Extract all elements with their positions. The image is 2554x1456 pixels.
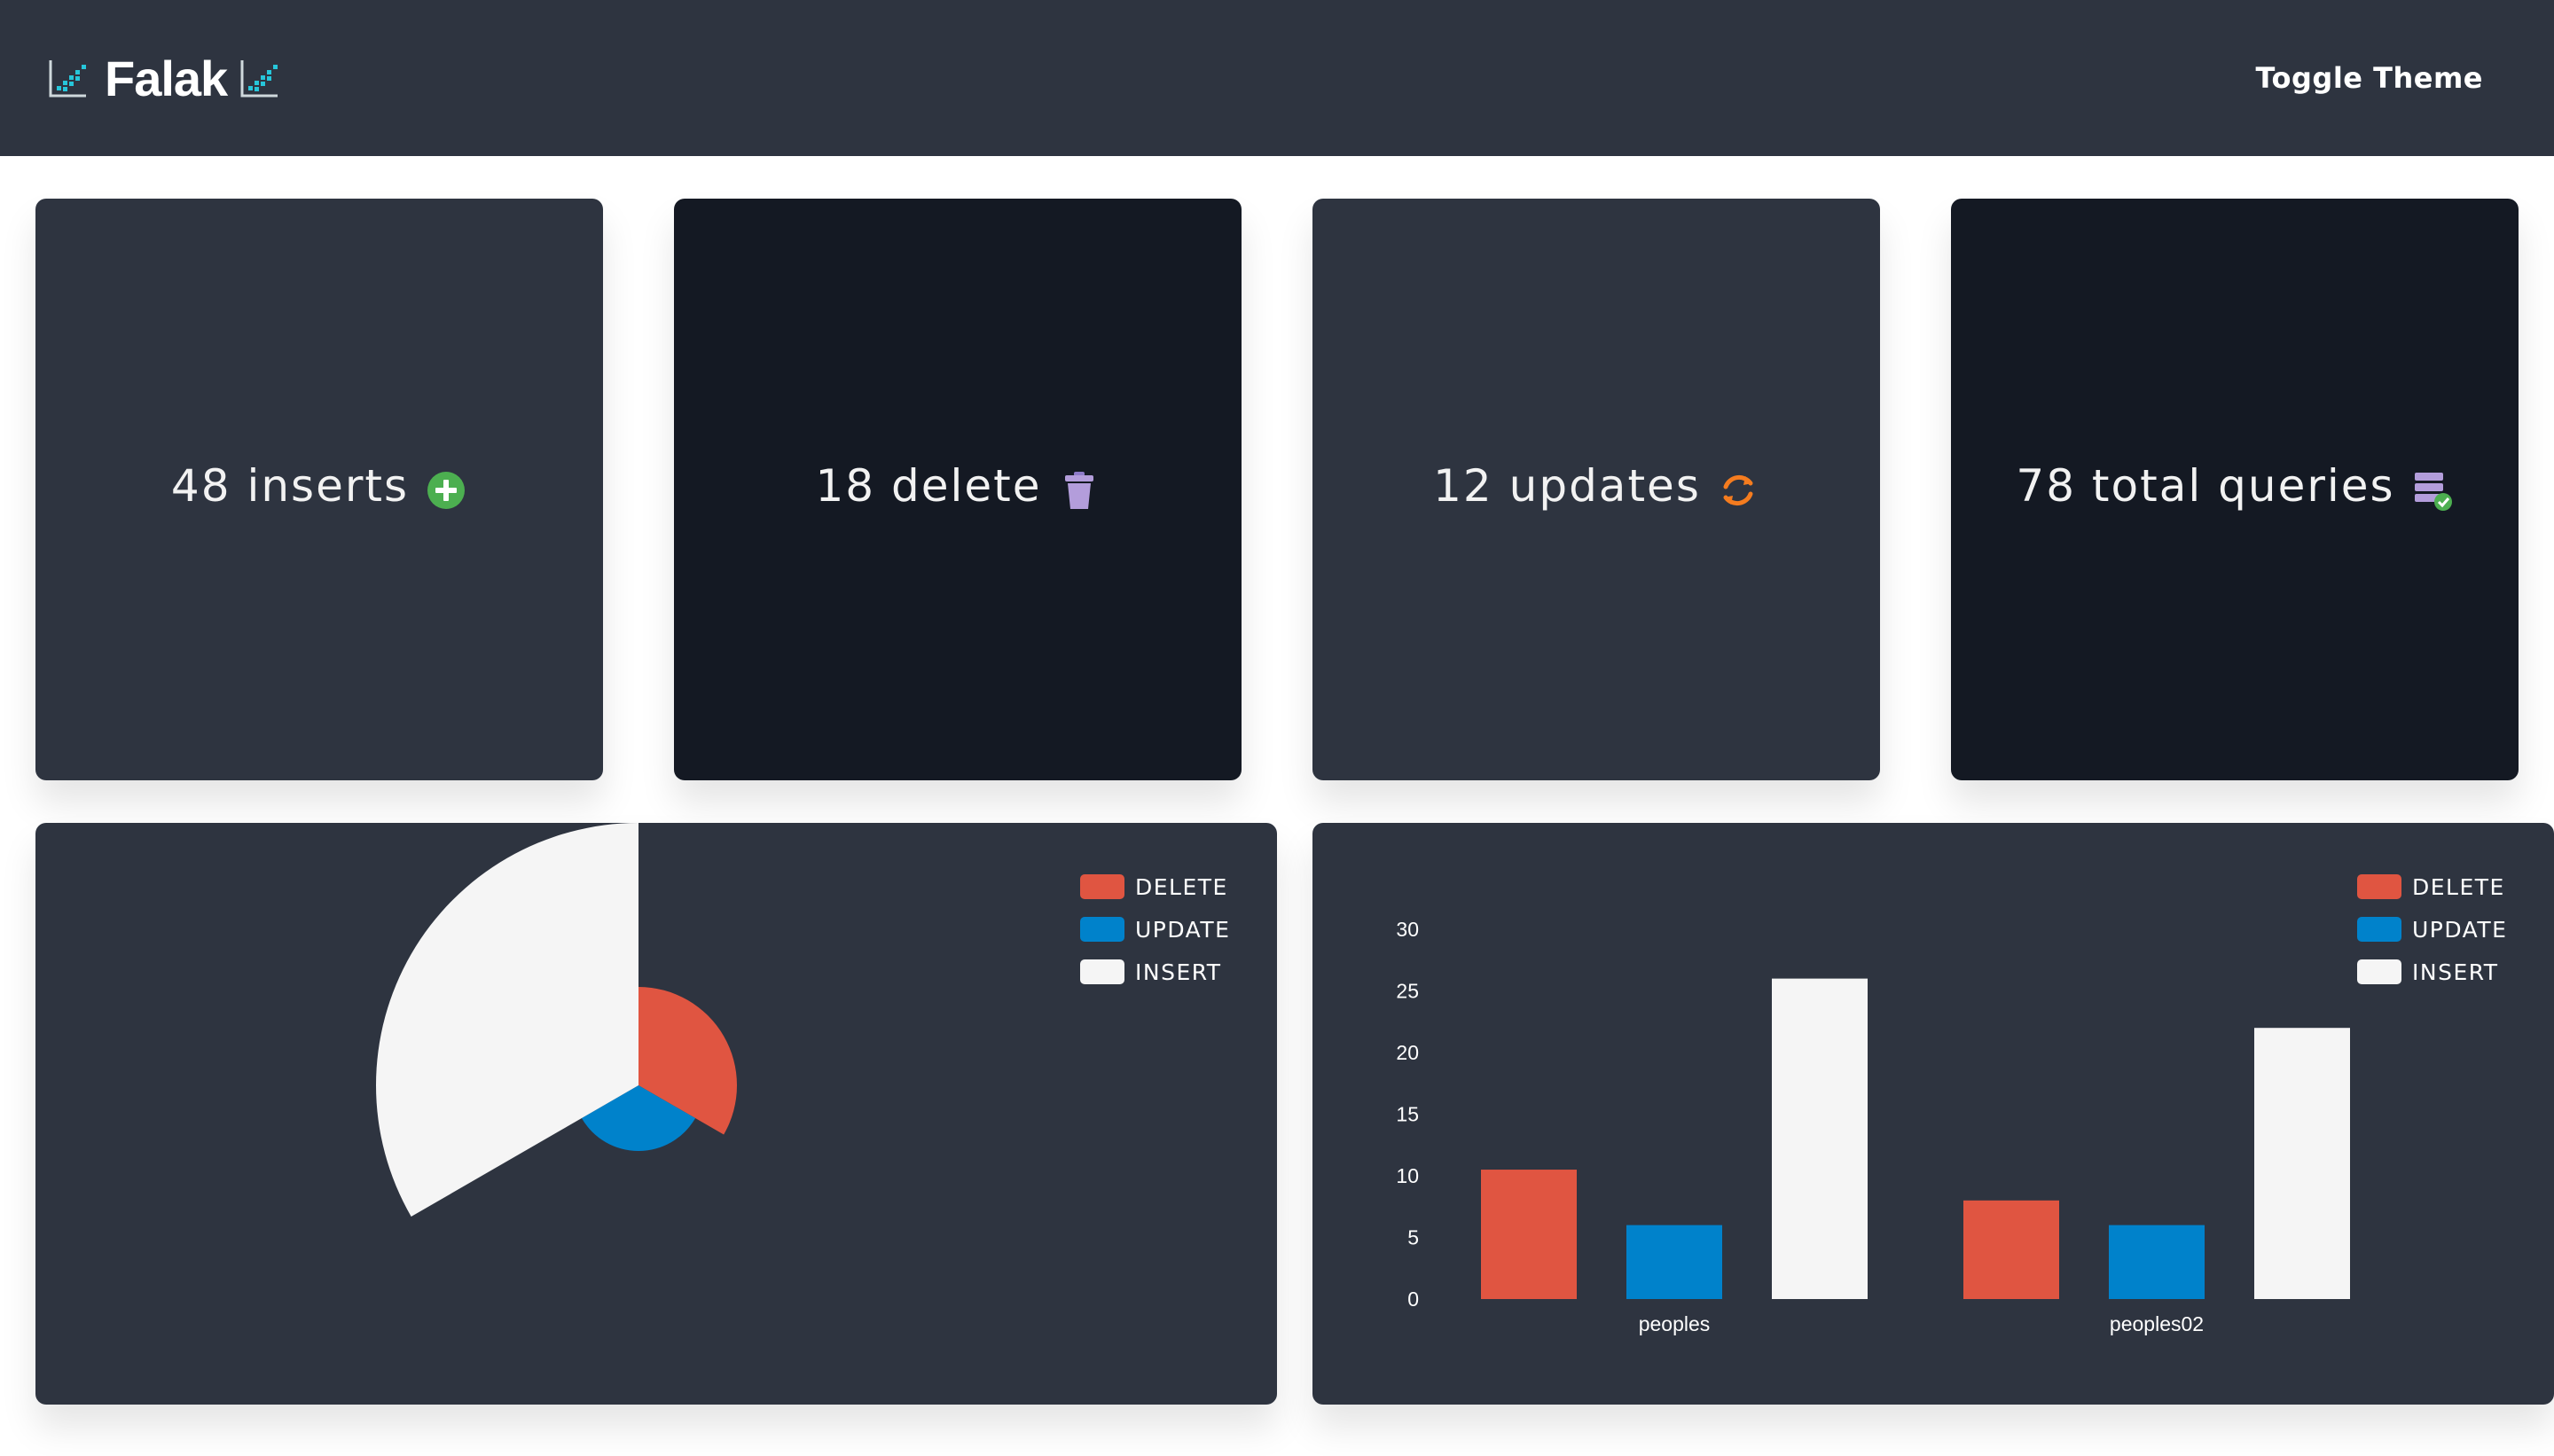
y-tick-label: 10 [1396,1164,1419,1187]
bar-delete-peoples02[interactable] [1963,1200,2059,1299]
legend-item-insert[interactable]: INSERT [1080,951,1230,993]
stat-label: inserts [247,460,410,512]
legend-label: DELETE [1135,873,1228,900]
legend-label: UPDATE [1135,916,1231,943]
polar-chart-panel: DELETE UPDATE INSERT [35,823,1277,1405]
refresh-icon [1717,469,1759,512]
stat-label: total queries [2091,460,2395,512]
stat-card-updates: 12 updates [1312,199,1880,780]
legend-label: INSERT [1135,959,1222,985]
y-tick-label: 15 [1396,1103,1419,1126]
bar-delete-peoples[interactable] [1481,1170,1577,1299]
stat-card-inserts: 48 inserts [35,199,603,780]
legend-swatch [1080,917,1124,942]
y-tick-label: 25 [1396,980,1419,1003]
brand-logo[interactable]: Falak [48,50,280,106]
legend-swatch [1080,874,1124,899]
legend-swatch [2357,874,2401,899]
plus-circle-icon [425,469,467,512]
y-tick-label: 0 [1407,1288,1419,1311]
legend-item-delete[interactable]: DELETE [2357,865,2507,908]
legend-label: INSERT [2412,959,2499,985]
legend-label: DELETE [2412,873,2505,900]
legend-item-update[interactable]: UPDATE [1080,908,1230,951]
x-tick-label: peoples [1639,1312,1711,1335]
legend-swatch [2357,917,2401,942]
legend-swatch [2357,959,2401,984]
y-tick-label: 20 [1396,1041,1419,1064]
stat-count: 48 [170,460,231,512]
bar-insert-peoples[interactable] [1772,978,1868,1299]
y-tick-label: 30 [1396,918,1419,941]
legend-item-update[interactable]: UPDATE [2357,908,2507,951]
legend-item-delete[interactable]: DELETE [1080,865,1230,908]
polar-segment-insert[interactable] [376,823,638,1217]
chart-legend: DELETE UPDATE INSERT [1080,865,1230,993]
top-navbar: Falak Toggle Theme [0,0,2554,156]
stat-count: 18 [815,460,876,512]
stat-count: 12 [1433,460,1493,512]
chart-growth-icon [239,58,280,98]
stat-label: updates [1508,460,1701,512]
legend-swatch [1080,959,1124,984]
chart-legend: DELETE UPDATE INSERT [2357,865,2507,993]
stat-count: 78 [2016,460,2077,512]
legend-label: UPDATE [2412,916,2508,943]
database-check-icon [2411,469,2454,512]
stat-card-total-queries: 78 total queries [1951,199,2519,780]
stat-label: delete [891,460,1042,512]
bar-update-peoples[interactable] [1626,1225,1722,1299]
bar-update-peoples02[interactable] [2109,1225,2205,1299]
x-tick-label: peoples02 [2110,1312,2204,1335]
bar-chart-panel: 0 5 10 15 20 25 30 peoples peoples02 DELETE UPDA… [1312,823,2554,1405]
toggle-theme-button[interactable]: Toggle Theme [2255,57,2483,99]
legend-item-insert[interactable]: INSERT [2357,951,2507,993]
trash-icon [1058,469,1101,512]
app-name: Falak [105,50,228,106]
stat-card-delete: 18 delete [674,199,1242,780]
y-tick-label: 5 [1407,1226,1419,1249]
chart-growth-icon [48,58,89,98]
bar-insert-peoples02[interactable] [2254,1028,2350,1299]
